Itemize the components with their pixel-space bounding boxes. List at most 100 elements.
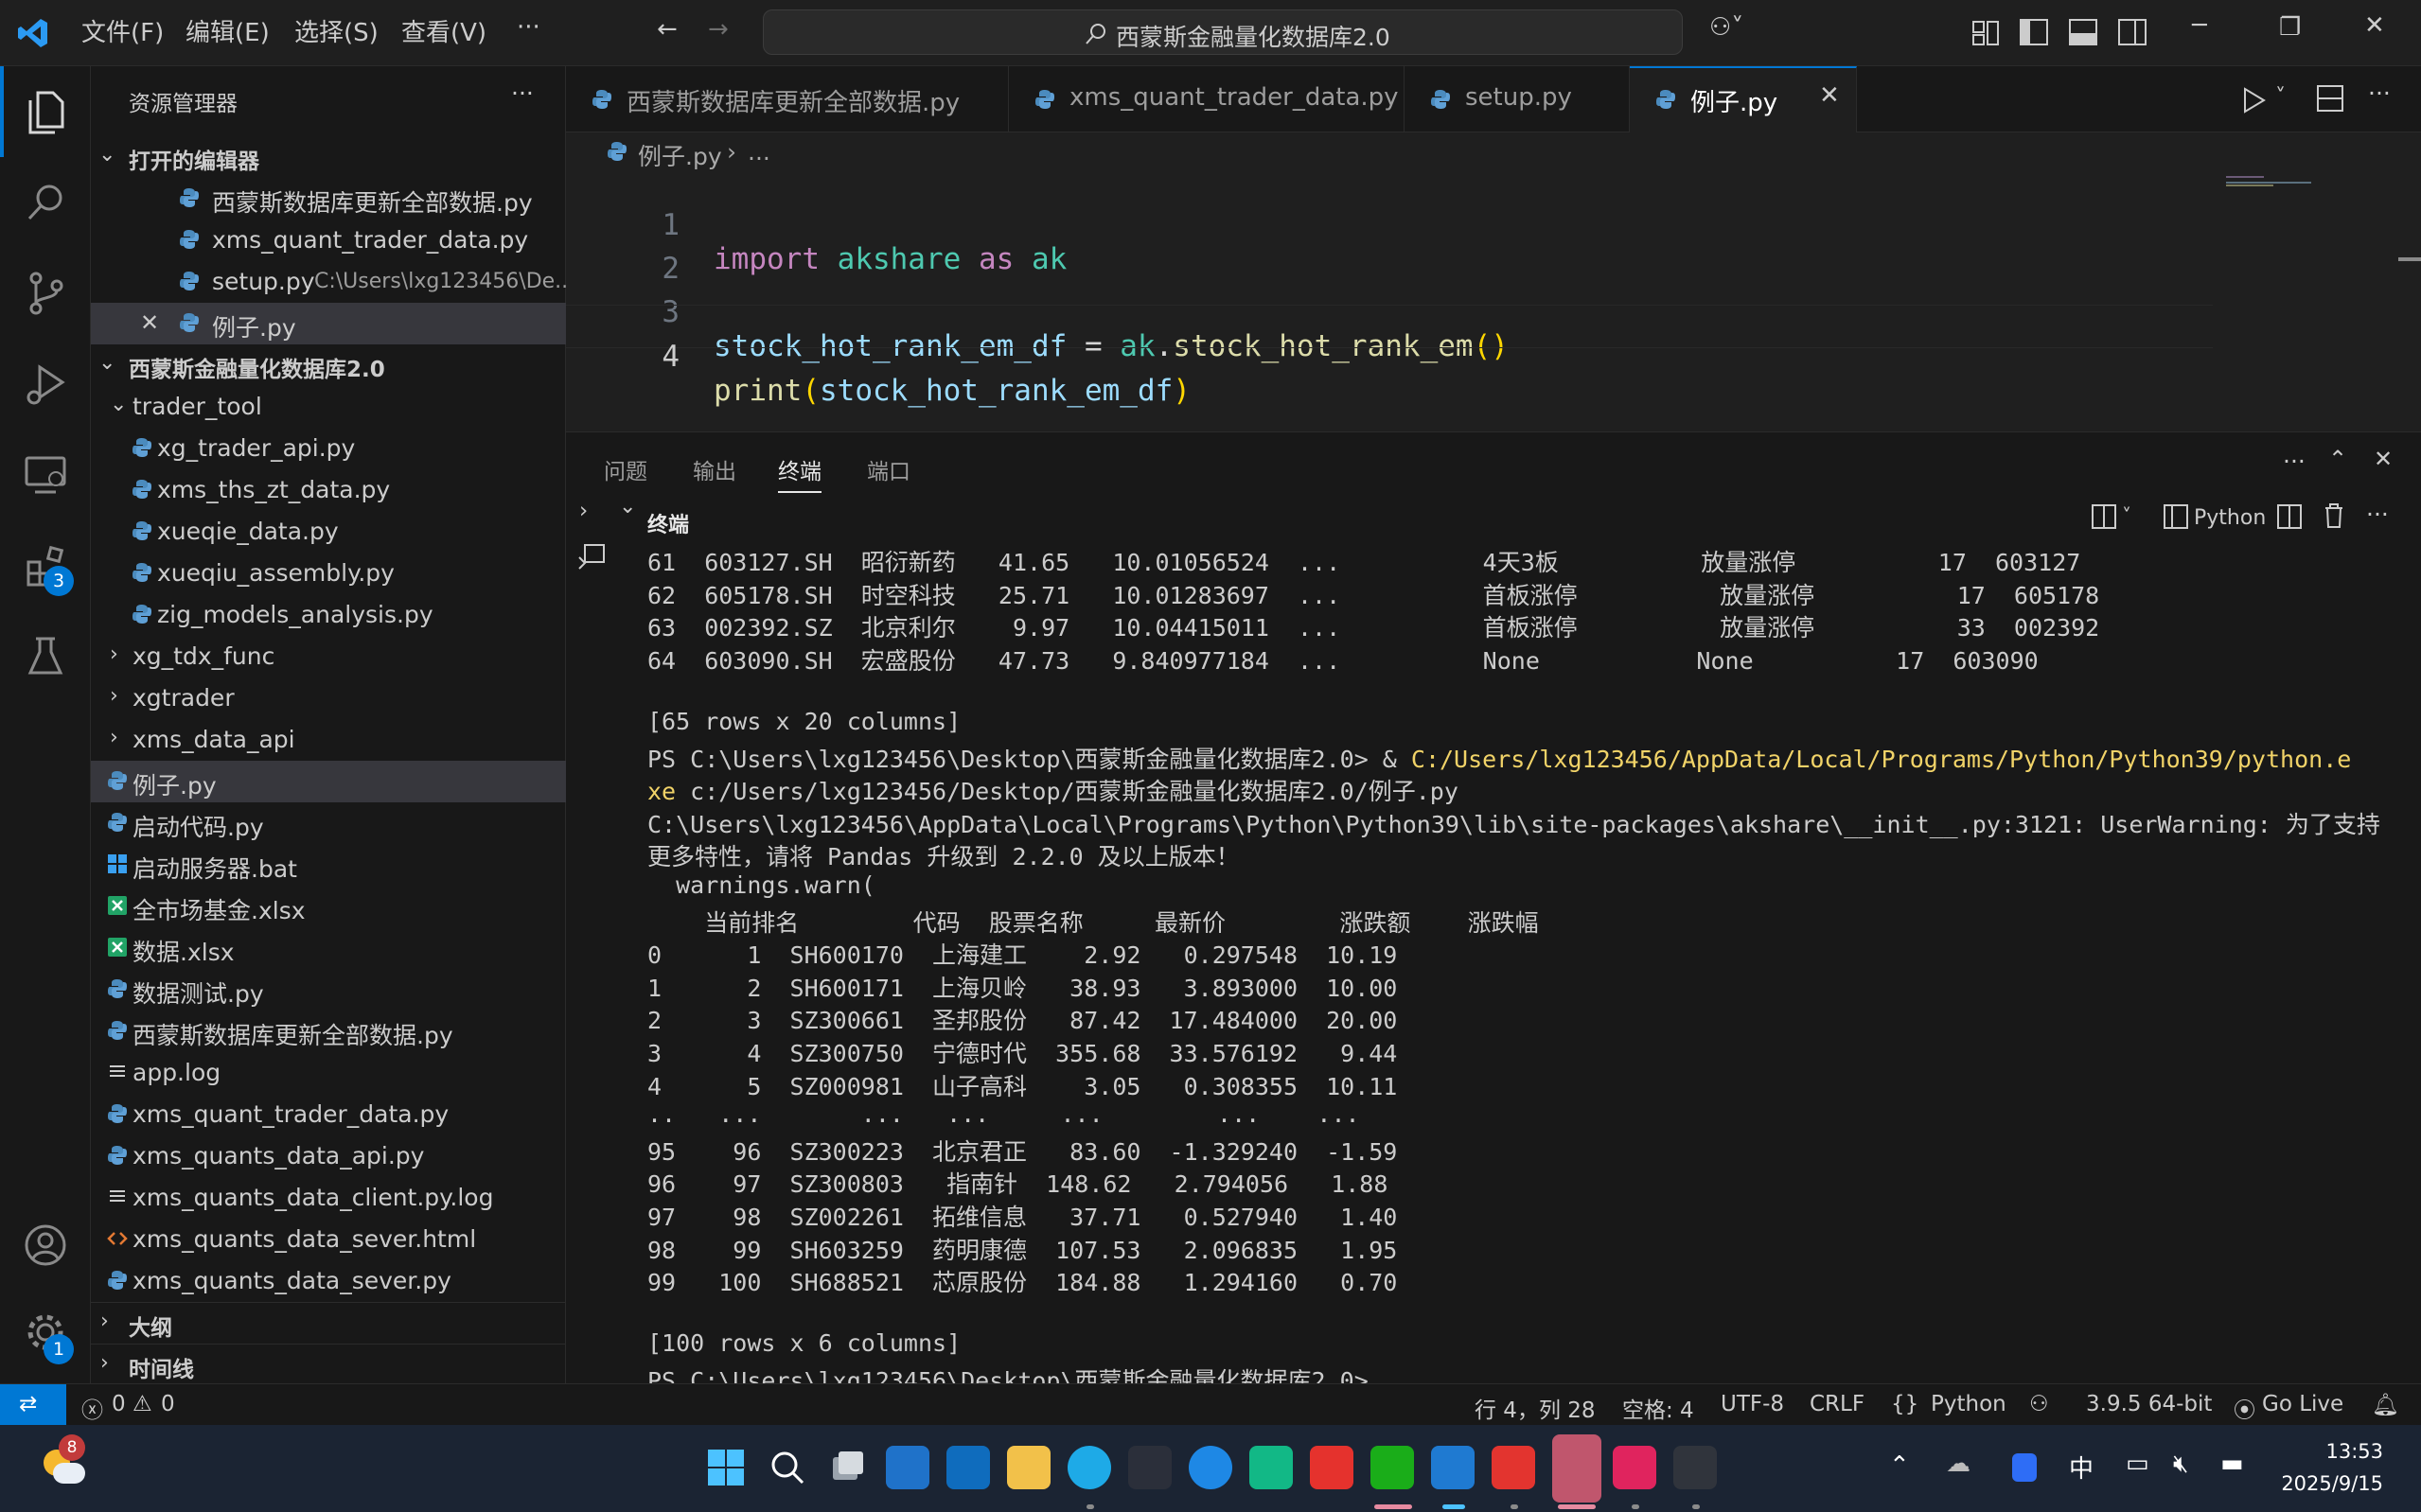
chevron-down-icon[interactable]: ⌄ <box>619 495 636 519</box>
volume-muted-icon[interactable]: 🔇︎ <box>2173 1450 2188 1479</box>
ime-indicator[interactable]: 中 <box>2069 1450 2094 1485</box>
project-header[interactable]: ⌄ 西蒙斯金融量化数据库2.0 <box>91 344 566 386</box>
edge-dev-icon[interactable] <box>1189 1446 1232 1489</box>
terminal-tab-icon[interactable] <box>577 544 606 571</box>
menu-file[interactable]: 文件(F) <box>81 13 164 48</box>
terminal-output[interactable]: 61 603127.SH 昭衍新药 41.65 10.01056524 ... … <box>610 544 2421 1395</box>
github-desktop-icon[interactable] <box>1128 1446 1172 1489</box>
tree-folder[interactable]: ⌄ trader_tool <box>91 386 566 428</box>
panel-tab-ports[interactable]: 端口 <box>867 453 910 485</box>
vscode-taskbar-icon[interactable] <box>1431 1446 1475 1489</box>
run-debug-icon[interactable] <box>0 339 91 430</box>
tab-xms-quant-trader[interactable]: xms_quant_trader_data.py <box>1009 66 1405 132</box>
cursor-position[interactable]: 行 4，列 28 <box>1475 1392 1596 1424</box>
tree-file[interactable]: xg_trader_api.py <box>91 428 566 469</box>
terminal-taskbar-icon[interactable] <box>1673 1446 1717 1489</box>
kill-terminal-trash-icon[interactable] <box>2323 502 2345 529</box>
split-editor-icon[interactable] <box>2317 85 2343 112</box>
tab-example[interactable]: 例子.py ✕ <box>1630 66 1857 132</box>
close-editor-icon[interactable]: ✕ <box>140 309 159 336</box>
tree-file[interactable]: 启动服务器.bat <box>91 844 566 886</box>
tree-file[interactable]: xms_quants_data_sever.html <box>91 1219 566 1260</box>
open-editor-item-active[interactable]: ✕ 例子.py <box>91 303 566 344</box>
run-dropdown-icon[interactable]: ˅ <box>2275 85 2286 109</box>
tree-file[interactable]: 数据.xlsx <box>91 927 566 969</box>
wechat-icon[interactable] <box>1370 1446 1414 1489</box>
tab-simons-update[interactable]: 西蒙斯数据库更新全部数据.py <box>566 66 1009 132</box>
close-panel-icon[interactable]: ✕ <box>2374 446 2393 472</box>
warning-count[interactable]: 0 <box>161 1392 175 1416</box>
toggle-secondary-sidebar-icon[interactable] <box>2118 19 2147 45</box>
terminal-section-header[interactable]: 终端 <box>647 508 689 538</box>
tree-file[interactable]: zig_models_analysis.py <box>91 594 566 636</box>
file-explorer-icon[interactable] <box>1007 1446 1051 1489</box>
panel-tab-output[interactable]: 输出 <box>693 453 736 485</box>
panel-more-icon[interactable]: ··· <box>2283 448 2306 475</box>
minimize-icon[interactable]: ─ <box>2192 11 2207 40</box>
explorer-icon[interactable] <box>0 66 91 157</box>
run-python-icon[interactable] <box>2241 87 2266 114</box>
maximize-panel-icon[interactable]: ⌃ <box>2328 446 2347 472</box>
notifications-bell-icon[interactable]: 🔔︎ <box>2372 1392 2399 1417</box>
tree-file[interactable]: 启动代码.py <box>91 802 566 844</box>
menu-edit[interactable]: 编辑(E) <box>186 13 270 48</box>
code-editor[interactable]: 1 import akshare as ak 2 3 stock_hot_ran… <box>566 174 2421 430</box>
outline-header[interactable]: › 大纲 <box>91 1302 566 1344</box>
close-window-icon[interactable]: ✕ <box>2364 11 2385 40</box>
onedrive-icon[interactable]: ☁ <box>1946 1450 1970 1478</box>
open-editor-item[interactable]: setup.py C:\Users\lxg123456\De... <box>91 261 566 303</box>
vscode-logo-icon[interactable] <box>17 17 49 49</box>
menu-view[interactable]: 查看(V) <box>401 13 486 48</box>
panel-tab-terminal[interactable]: 终端 <box>778 453 822 493</box>
split-terminal-layout-icon[interactable] <box>2092 504 2116 529</box>
terminal-profile-label[interactable]: Python <box>2194 506 2266 530</box>
terminal-more-icon[interactable]: ··· <box>2366 501 2389 528</box>
restore-icon[interactable]: ❐ <box>2279 13 2301 42</box>
task-view-icon[interactable] <box>825 1446 869 1489</box>
terminal-expand-icon[interactable]: › <box>579 499 588 523</box>
accounts-icon[interactable] <box>0 1200 91 1291</box>
menu-selection[interactable]: 选择(S) <box>294 13 379 48</box>
tree-file[interactable]: 数据测试.py <box>91 969 566 1011</box>
tree-folder[interactable]: › xg_tdx_func <box>91 636 566 677</box>
open-editor-item[interactable]: xms_quant_trader_data.py <box>91 220 566 261</box>
tree-file[interactable]: app.log <box>91 1052 566 1094</box>
forward-arrow-icon[interactable]: → <box>708 15 729 44</box>
tray-app-icon[interactable] <box>2012 1453 2037 1482</box>
tree-file[interactable]: 西蒙斯数据库更新全部数据.py <box>91 1011 566 1052</box>
toggle-sidebar-icon[interactable] <box>2020 19 2048 45</box>
editor-more-icon[interactable]: ··· <box>2368 79 2391 107</box>
tree-file[interactable]: xms_ths_zt_data.py <box>91 469 566 511</box>
encoding[interactable]: UTF-8 <box>1721 1392 1784 1416</box>
tree-file[interactable]: 例子.py <box>91 761 566 802</box>
sidebar-more-icon[interactable]: ··· <box>511 79 534 107</box>
tab-setup[interactable]: setup.py <box>1405 66 1630 132</box>
tree-file[interactable]: xms_quants_data_client.py.log <box>91 1177 566 1219</box>
command-center-search[interactable]: 西蒙斯金融量化数据库2.0 <box>763 9 1683 55</box>
language-mode[interactable]: Python <box>1931 1392 2006 1416</box>
tree-file[interactable]: 全市场基金.xlsx <box>91 886 566 927</box>
indentation[interactable]: 空格: 4 <box>1622 1392 1694 1424</box>
customize-layout-icon[interactable] <box>1972 21 1999 45</box>
breadcrumb-file[interactable]: 例子.py <box>638 138 722 172</box>
wps-office-icon[interactable] <box>1310 1446 1353 1489</box>
extensions-icon[interactable] <box>0 520 91 611</box>
tree-file[interactable]: xueqie_data.py <box>91 511 566 553</box>
terminal-dropdown-icon[interactable]: ˅ <box>2122 504 2131 527</box>
testing-icon[interactable] <box>0 611 91 702</box>
line-ending[interactable]: CRLF <box>1810 1392 1864 1416</box>
microsoft-store-icon[interactable] <box>886 1446 929 1489</box>
close-tab-icon[interactable]: ✕ <box>1819 81 1840 110</box>
toggle-panel-icon[interactable] <box>2069 19 2097 45</box>
python-interpreter[interactable]: 3.9.5 64-bit <box>2086 1392 2212 1416</box>
panel-tab-problems[interactable]: 问题 <box>604 453 647 485</box>
tree-folder[interactable]: › xgtrader <box>91 677 566 719</box>
tree-file[interactable]: xms_quants_data_sever.py <box>91 1260 566 1302</box>
battery-icon[interactable]: ▬ <box>2220 1450 2244 1478</box>
go-live-button[interactable]: Go Live <box>2262 1392 2343 1416</box>
tree-file[interactable]: xueqiu_assembly.py <box>91 553 566 594</box>
copilot-status-icon[interactable]: ⚇ <box>2029 1392 2049 1416</box>
split-terminal-icon[interactable] <box>2277 504 2302 529</box>
jetbrains-icon[interactable] <box>1613 1446 1656 1489</box>
copilot-icon[interactable]: ⚇˅ <box>1709 13 1743 42</box>
